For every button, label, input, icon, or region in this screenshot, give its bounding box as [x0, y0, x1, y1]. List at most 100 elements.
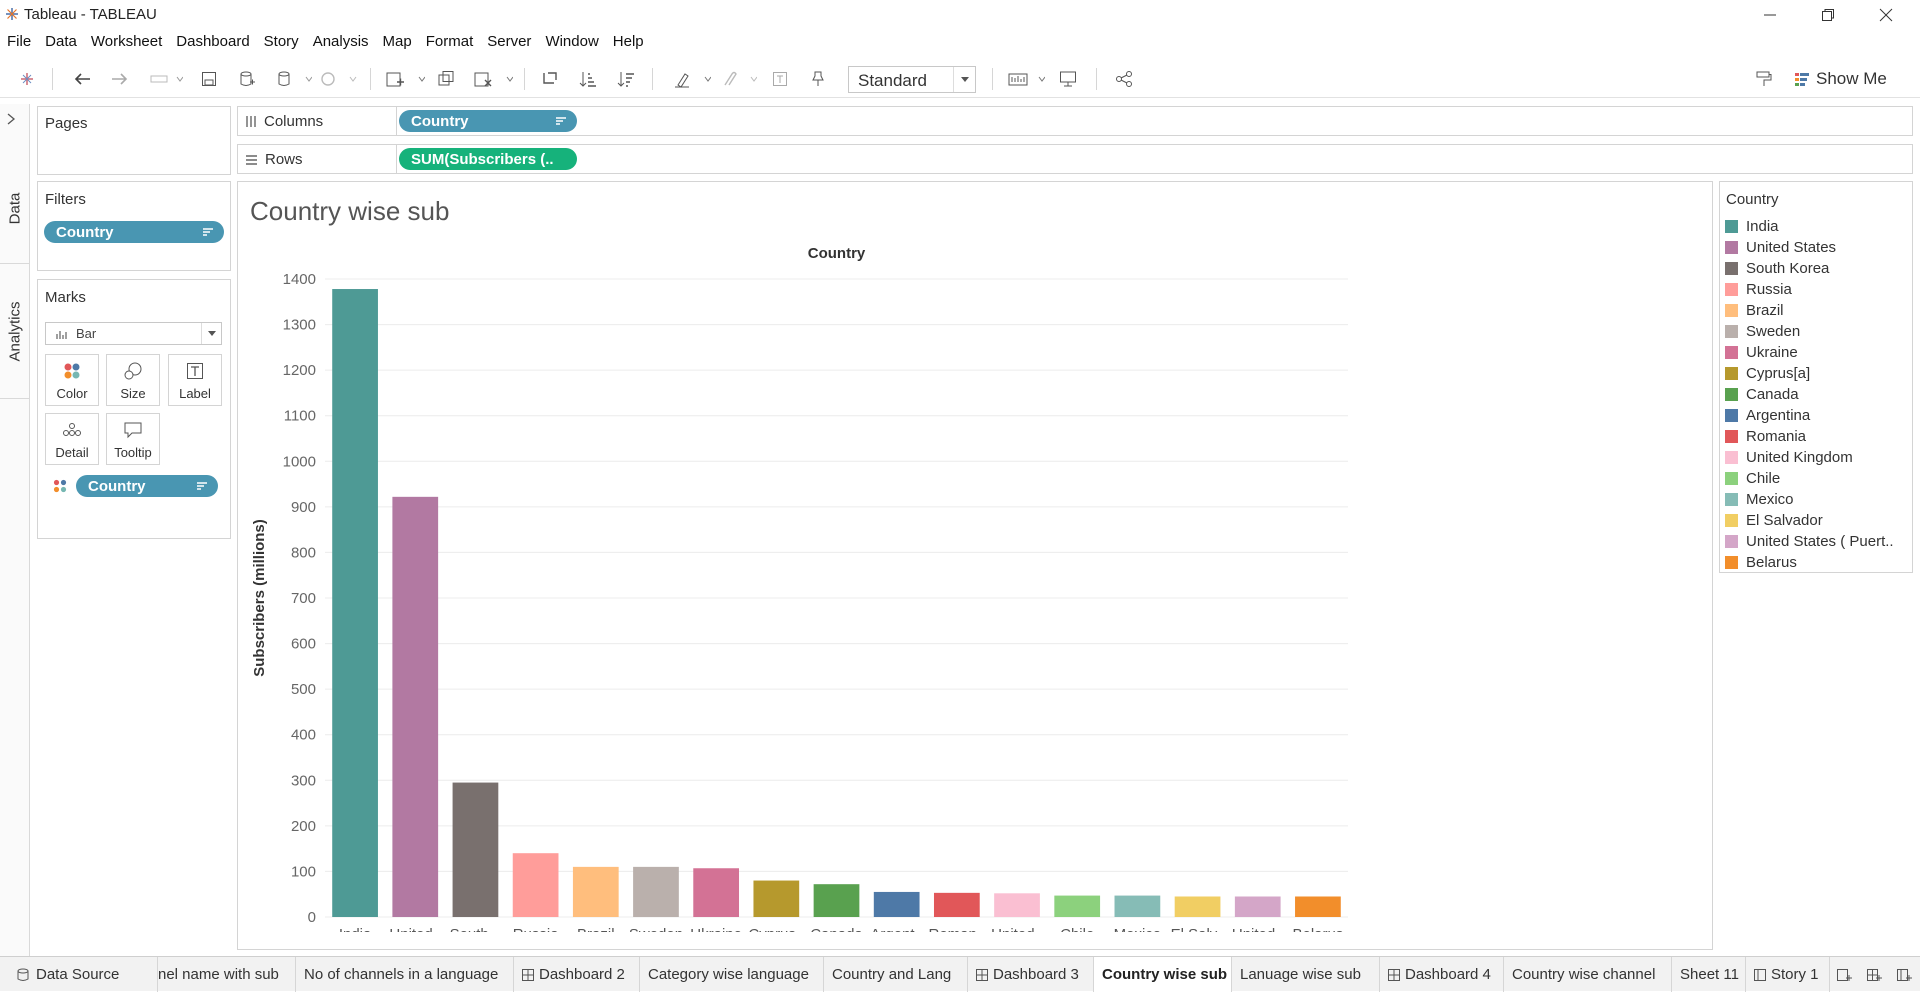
sort-ascending-button[interactable] — [576, 66, 600, 92]
y-tick-label: 400 — [291, 727, 316, 744]
legend-swatch — [1725, 387, 1738, 401]
tab-lanuage-wise-sub[interactable]: Lanuage wise sub — [1232, 957, 1380, 992]
redo-button[interactable] — [108, 66, 132, 92]
tab-country-and-lang[interactable]: Country and Lang — [824, 957, 968, 992]
tab-country-wise-channel[interactable]: Country wise channel — [1504, 957, 1672, 992]
tab-country-wise-sub[interactable]: Country wise sub — [1094, 957, 1232, 992]
menu-window[interactable]: Window — [538, 30, 605, 54]
menu-worksheet[interactable]: Worksheet — [84, 30, 169, 54]
sort-descending-icon — [617, 72, 634, 87]
menu-data[interactable]: Data — [38, 30, 84, 54]
tab-dashboard-3[interactable]: Dashboard 3 — [968, 957, 1094, 992]
menu-file[interactable]: File — [0, 30, 38, 54]
detail-card[interactable]: Detail — [45, 413, 99, 465]
x-tick-label: Sweden — [629, 926, 683, 932]
duplicate-sheet-button[interactable] — [434, 66, 458, 92]
menu-map[interactable]: Map — [376, 30, 419, 54]
legend-item[interactable]: United States — [1725, 237, 1836, 257]
legend-item[interactable]: Mexico — [1725, 489, 1794, 509]
group-members-button[interactable] — [718, 66, 758, 92]
color-card[interactable]: Color — [45, 354, 99, 406]
tab-dashboard-4[interactable]: Dashboard 4 — [1380, 957, 1504, 992]
legend-item[interactable]: Canada — [1725, 384, 1799, 404]
clear-sheet-button[interactable] — [472, 66, 514, 92]
legend-item[interactable]: South Korea — [1725, 258, 1829, 278]
tableau-start-button[interactable] — [14, 66, 40, 92]
tab-dashboard-2[interactable]: Dashboard 2 — [514, 957, 640, 992]
new-dashboard-tab-button[interactable] — [1860, 957, 1890, 992]
legend-label: Mexico — [1746, 490, 1794, 508]
new-worksheet-button[interactable] — [384, 66, 426, 92]
rows-pill-subscribers[interactable]: SUM(Subscribers (.. — [399, 148, 577, 170]
legend-item[interactable]: El Salvador — [1725, 510, 1823, 530]
legend-item[interactable]: United States ( Puert.. — [1725, 531, 1894, 551]
legend-item[interactable]: Chile — [1725, 468, 1780, 488]
bar — [572, 866, 619, 917]
marks-pill-country[interactable]: Country — [76, 475, 218, 497]
new-data-source-button[interactable] — [236, 66, 258, 92]
menu-help[interactable]: Help — [606, 30, 651, 54]
tab-data-pane[interactable]: Data — [0, 154, 30, 264]
title-bar: Tableau - TABLEAU — [0, 0, 1920, 30]
columns-shelf[interactable]: Columns Country — [237, 106, 1913, 136]
pause-auto-updates-button[interactable] — [274, 66, 314, 92]
legend-item[interactable]: United Kingdom — [1725, 447, 1853, 467]
new-story-tab-button[interactable] — [1890, 957, 1920, 992]
filters-card[interactable]: Filters Country — [37, 181, 231, 271]
new-worksheet-tab-button[interactable] — [1830, 957, 1860, 992]
label-card[interactable]: Label — [168, 354, 222, 406]
refresh-button[interactable] — [318, 66, 362, 92]
sort-descending-button[interactable] — [614, 66, 638, 92]
collapse-panel-button[interactable] — [6, 112, 22, 128]
legend-item[interactable]: India — [1725, 216, 1779, 236]
legend-item[interactable]: Russia — [1725, 279, 1792, 299]
rows-shelf[interactable]: Rows SUM(Subscribers (.. — [237, 144, 1913, 174]
fit-select[interactable]: Standard — [848, 66, 976, 93]
save-button[interactable] — [198, 66, 220, 92]
filter-pill-country[interactable]: Country — [44, 221, 224, 243]
tab-no-of-channels-in-a-language[interactable]: No of channels in a language — [296, 957, 514, 992]
tab-data-source[interactable]: Data Source — [0, 957, 158, 992]
tab-sheet-11[interactable]: Sheet 11 — [1672, 957, 1746, 992]
new-sheet-icon — [386, 72, 425, 87]
mark-type-select[interactable]: Bar — [45, 322, 222, 345]
show-mark-labels-button[interactable] — [768, 66, 792, 92]
tab-channel-name-with-sub[interactable]: nel name with sub — [158, 957, 296, 992]
tab-category-wise-language[interactable]: Category wise language — [640, 957, 824, 992]
fix-axes-button[interactable] — [806, 66, 830, 92]
share-button[interactable] — [1112, 66, 1136, 92]
tooltip-card[interactable]: Tooltip — [106, 413, 160, 465]
pages-card[interactable]: Pages — [37, 106, 231, 175]
legend-item[interactable]: Sweden — [1725, 321, 1800, 341]
legend-item[interactable]: Ukraine — [1725, 342, 1798, 362]
show-cards-button[interactable] — [1006, 66, 1046, 92]
replay-animation-button[interactable] — [146, 66, 186, 92]
tab-story-1[interactable]: Story 1 — [1746, 957, 1830, 992]
highlight-button[interactable] — [672, 66, 712, 92]
size-card[interactable]: Size — [106, 354, 160, 406]
legend-item[interactable]: Romania — [1725, 426, 1806, 446]
menu-analysis[interactable]: Analysis — [306, 30, 376, 54]
swap-rows-columns-button[interactable] — [538, 66, 562, 92]
tab-analytics-pane[interactable]: Analytics — [0, 264, 30, 399]
menu-story[interactable]: Story — [257, 30, 306, 54]
restore-button[interactable] — [1800, 0, 1856, 30]
menu-server[interactable]: Server — [480, 30, 538, 54]
legend-item[interactable]: Brazil — [1725, 300, 1784, 320]
legend-item[interactable]: Cyprus[a] — [1725, 363, 1810, 383]
show-me-button[interactable]: Show Me — [1794, 66, 1912, 92]
presentation-mode-button[interactable] — [1056, 66, 1080, 92]
minimize-button[interactable] — [1742, 0, 1798, 30]
legend-item[interactable]: Belarus — [1725, 552, 1797, 572]
format-painter-button[interactable] — [1752, 66, 1776, 92]
fit-select-arrow — [953, 67, 975, 92]
chevron-down-icon — [207, 331, 216, 336]
replay-icon — [150, 75, 183, 83]
undo-button[interactable] — [70, 66, 94, 92]
close-window-button[interactable] — [1858, 0, 1914, 30]
columns-pill-country[interactable]: Country — [399, 110, 577, 132]
legend-item[interactable]: Argentina — [1725, 405, 1810, 425]
menu-dashboard[interactable]: Dashboard — [169, 30, 256, 54]
tableau-logo-icon — [21, 73, 33, 85]
menu-format[interactable]: Format — [419, 30, 481, 54]
